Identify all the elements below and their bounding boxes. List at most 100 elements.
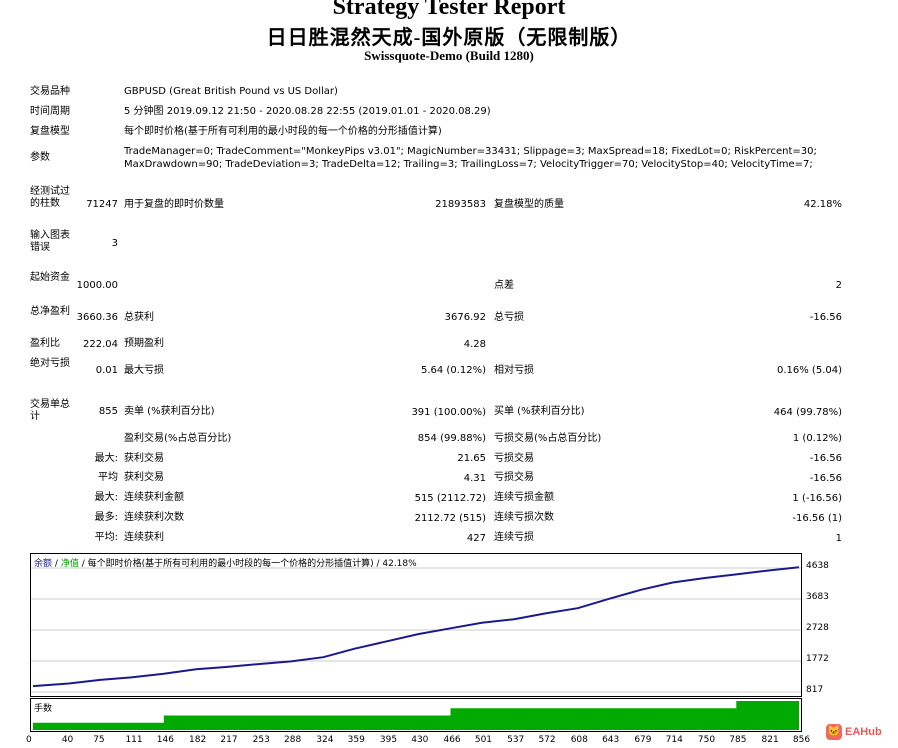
rel-drawdown-value: 0.16% (5.04) — [776, 365, 842, 376]
max-cons-profit-count-value: 2112.72 (515) — [414, 513, 486, 524]
max-label: 最大: — [94, 492, 118, 503]
avg-cons-wins-value: 427 — [466, 533, 486, 544]
model-value: 每个即时价格(基于所有可利用的最小时段的每一个价格的分形插值计算) — [124, 126, 442, 137]
max-cons-loss-count-label: 连续亏损次数 — [494, 512, 554, 523]
y-tick-label: 2728 — [806, 622, 829, 633]
x-tick-label: 217 — [220, 735, 238, 745]
lots-chart: 手数 — [30, 698, 802, 732]
rel-drawdown-label: 相对亏损 — [494, 365, 534, 376]
x-tick-label: 146 — [156, 735, 174, 745]
short-label: 卖单 (%获利百分比) — [124, 406, 215, 417]
x-tick-label: 40 — [61, 735, 74, 745]
watermark-text: EAHub — [845, 725, 882, 738]
x-tick-label: 501 — [474, 735, 493, 745]
average-label: 平均 — [98, 472, 118, 483]
errors-value: 3 — [111, 238, 118, 249]
net-profit-label: 总净盈利 — [30, 306, 70, 317]
gross-loss-value: -16.56 — [809, 312, 842, 323]
ticks-value: 21893583 — [435, 199, 486, 210]
max-drawdown-value: 5.64 (0.12%) — [420, 365, 486, 376]
x-tick-label: 288 — [284, 735, 302, 745]
most-label: 最多: — [94, 512, 118, 523]
avg-profit-label: 获利交易 — [124, 472, 164, 483]
watermark: 🐱 EAHub — [826, 724, 882, 740]
quality-label: 复盘模型的质量 — [494, 199, 564, 210]
max-cons-loss-money-value: 1 (-16.56) — [792, 493, 842, 504]
x-tick-label: 466 — [443, 735, 461, 745]
report-title: Strategy Tester Report — [332, 0, 566, 20]
deposit-value: 1000.00 — [76, 280, 118, 291]
x-tick-label: 395 — [379, 735, 398, 745]
total-trades-label: 交易单总计 — [30, 399, 70, 422]
max-cons-loss-money-label: 连续亏损金额 — [494, 492, 554, 503]
largest-profit-value: 21.65 — [457, 453, 486, 464]
avg-loss-value: -16.56 — [809, 473, 842, 484]
largest-loss-label: 亏损交易 — [494, 453, 534, 464]
spread-label: 点差 — [494, 280, 514, 291]
x-tick-label: 856 — [792, 735, 811, 745]
model-label: 复盘模型 — [30, 126, 70, 137]
x-tick-label: 679 — [634, 735, 652, 745]
x-tick-label: 643 — [602, 735, 620, 745]
x-tick-label: 821 — [761, 735, 779, 745]
eahub-logo-icon: 🐱 — [826, 724, 842, 740]
report-server: Swissquote-Demo (Build 1280) — [364, 48, 534, 63]
largest-label: 最大: — [94, 453, 118, 464]
deposit-label: 起始资金 — [30, 272, 70, 283]
avg-cons-loss-label: 连续亏损 — [494, 532, 534, 543]
long-value: 464 (99.78%) — [773, 407, 842, 418]
x-tick-label: 537 — [507, 735, 525, 745]
params-label: 参数 — [30, 152, 50, 163]
total-trades-value: 855 — [98, 406, 118, 417]
payoff-label: 预期盈利 — [124, 338, 164, 349]
bars-value: 71247 — [86, 199, 118, 210]
x-tick-label: 253 — [252, 735, 270, 745]
x-tick-label: 182 — [189, 735, 207, 745]
avg-profit-value: 4.31 — [463, 473, 486, 484]
profit-factor-label: 盈利比 — [30, 338, 60, 349]
largest-loss-value: -16.56 — [809, 453, 842, 464]
profit-factor-value: 222.04 — [83, 339, 118, 350]
params-line-1: TradeManager=0; TradeComment="MonkeyPips… — [124, 146, 817, 157]
params-line-2: MaxDrawdown=90; TradeDeviation=3; TradeD… — [124, 159, 813, 170]
avg-cons-label: 平均: — [94, 532, 118, 543]
abs-drawdown-label: 绝对亏损 — [30, 358, 70, 369]
short-value: 391 (100.00%) — [411, 407, 486, 418]
x-tick-label: 608 — [570, 735, 588, 745]
lots-plot — [33, 701, 799, 730]
x-tick-label: 750 — [697, 735, 716, 745]
quality-value: 42.18% — [803, 199, 842, 210]
y-tick-label: 4638 — [806, 561, 829, 571]
balance-plot — [31, 566, 801, 693]
bars-label: 经测试过的柱数 — [30, 186, 70, 209]
gross-profit-label: 总获利 — [124, 312, 154, 323]
ticks-label: 用于复盘的即时价数量 — [124, 199, 224, 210]
x-tick-label: 111 — [125, 735, 143, 745]
symbol-label: 交易品种 — [30, 86, 70, 97]
errors-label: 输入图表错误 — [30, 230, 70, 253]
loss-trades-label: 亏损交易(%占总百分比) — [494, 433, 602, 444]
max-cons-profit-count-label: 连续获利次数 — [124, 512, 184, 523]
y-tick-label: 3683 — [806, 591, 829, 602]
x-tick-label: 359 — [347, 735, 365, 745]
profit-trades-value: 854 (99.88%) — [417, 433, 486, 444]
balance-line — [32, 566, 800, 688]
symbol-value: GBPUSD (Great British Pound vs US Dollar… — [124, 86, 338, 97]
long-label: 买单 (%获利百分比) — [494, 406, 585, 417]
x-tick-label: 324 — [316, 735, 334, 745]
x-tick-label: 714 — [665, 735, 683, 745]
avg-cons-loss-value: 1 — [835, 533, 842, 544]
gross-loss-label: 总亏损 — [494, 312, 524, 323]
y-tick-label: 1772 — [806, 654, 829, 664]
profit-trades-label: 盈利交易(%占总百分比) — [124, 433, 232, 444]
largest-profit-label: 获利交易 — [124, 453, 164, 464]
net-profit-value: 3660.36 — [76, 312, 118, 323]
x-tick-label: 785 — [729, 735, 747, 745]
lots-area — [33, 701, 799, 730]
max-cons-loss-count-value: -16.56 (1) — [792, 513, 842, 524]
max-drawdown-label: 最大亏损 — [124, 365, 164, 376]
balance-chart: 余额 / 净值 / 每个即时价格(基于所有可利用的最小时段的每一个价格的分形插值… — [30, 553, 802, 697]
period-label: 时间周期 — [30, 106, 70, 117]
max-cons-wins-money-value: 515 (2112.72) — [414, 493, 486, 504]
abs-drawdown-value: 0.01 — [95, 365, 118, 376]
